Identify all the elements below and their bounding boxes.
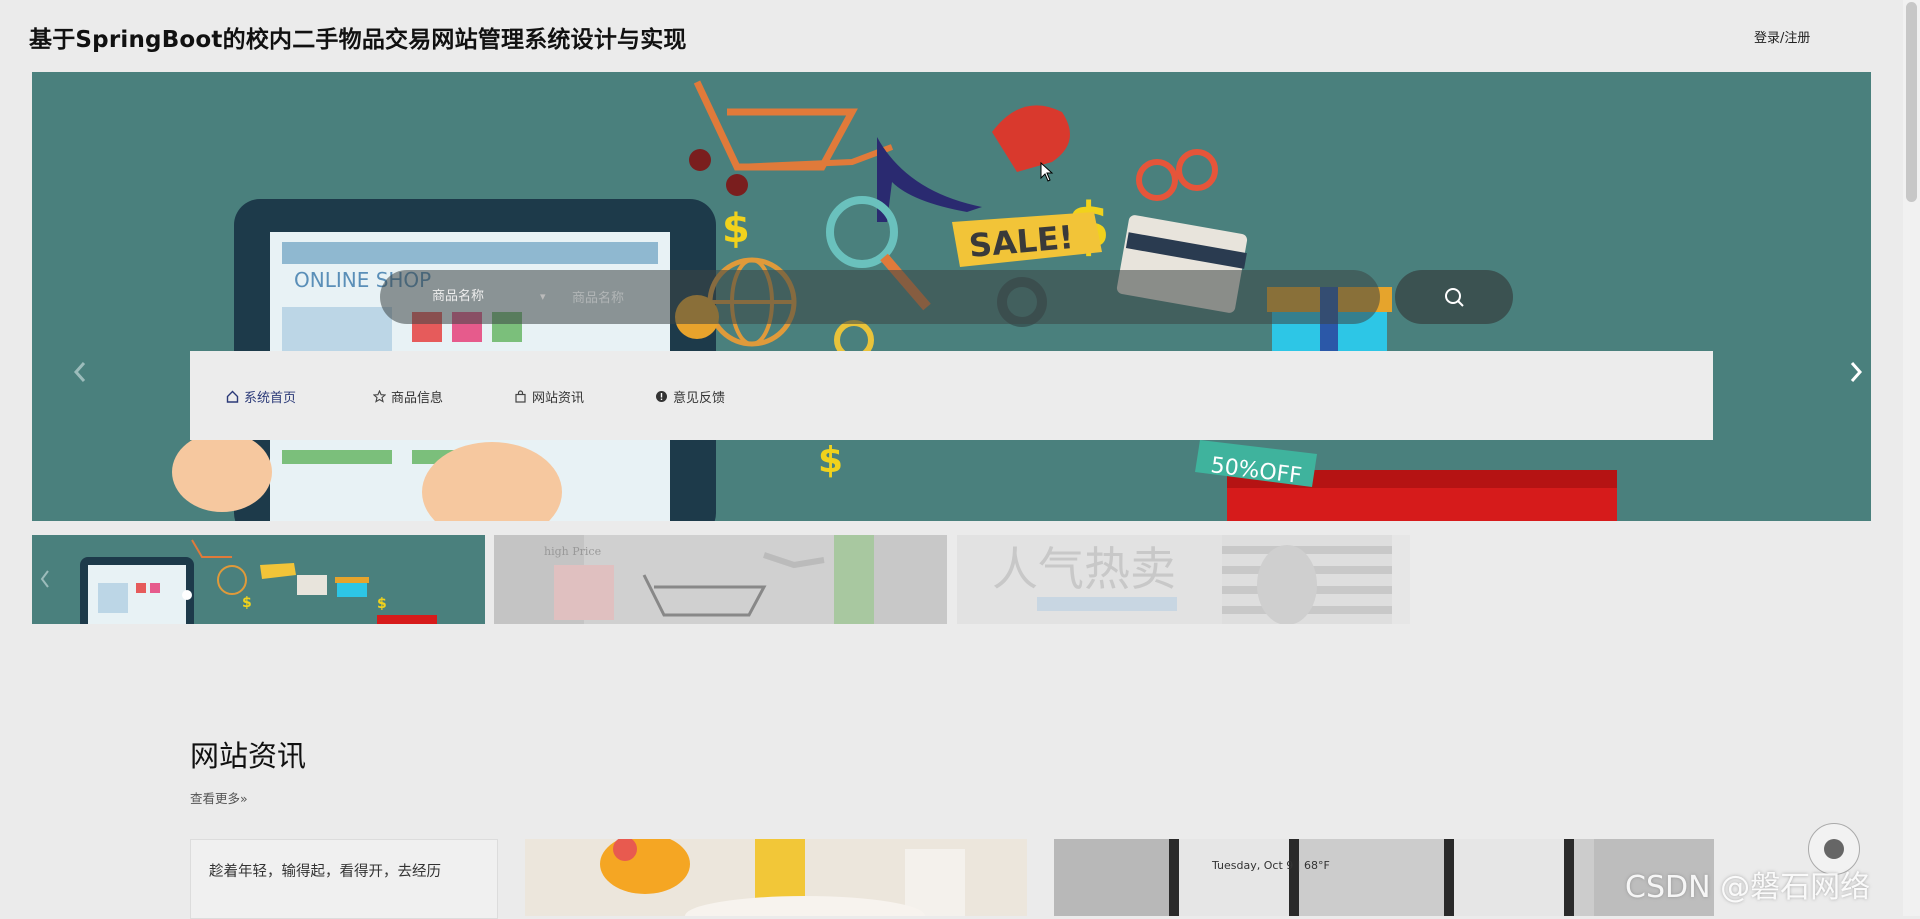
double-chevron-right-icon: » xyxy=(240,791,248,806)
thumbnail-image: high Price xyxy=(494,535,947,624)
watermark-text: CSDN @磐石网络 xyxy=(1625,870,1871,905)
banner-next-button[interactable] xyxy=(1836,344,1871,400)
chevron-left-icon xyxy=(73,362,86,382)
scrollbar-thumb[interactable] xyxy=(1906,2,1917,202)
main-nav: 系统首页 商品信息 网站资讯 意见反馈 xyxy=(190,351,1713,440)
thumbnail-image: $ $ xyxy=(40,539,437,624)
record-icon xyxy=(1824,839,1844,859)
search-bar: 商品名称 ▾ xyxy=(380,270,1380,324)
chevron-right-icon xyxy=(1850,362,1863,382)
view-more-link[interactable]: 查看更多» xyxy=(190,788,248,807)
thumb-dollar-text: $ xyxy=(242,595,252,611)
news-image: Tuesday, Oct 9 | 68°F xyxy=(1054,839,1714,916)
bag-icon xyxy=(515,390,526,403)
banner-thumbnail-1[interactable]: $ $ xyxy=(32,535,485,624)
dollar-text-small: $ xyxy=(818,440,843,481)
search-icon xyxy=(1445,288,1464,307)
high-price-text: high Price xyxy=(544,545,601,558)
news-card-image-3[interactable]: Tuesday, Oct 9 | 68°F xyxy=(1054,839,1714,916)
news-card-featured[interactable]: 趁着年轻，输得起，看得开，去经历 xyxy=(190,839,498,919)
popular-text: 人气热卖 xyxy=(992,542,1176,596)
banner-thumbnail-2[interactable]: high Price xyxy=(494,535,947,624)
view-more-label: 查看更多 xyxy=(190,791,241,806)
phone-screen-text: Tuesday, Oct 9 | 68°F xyxy=(1211,859,1330,872)
search-field-selected: 商品名称 xyxy=(432,289,485,304)
login-register-link[interactable]: 登录/注册 xyxy=(1754,27,1810,46)
thumb-dollar-text-2: $ xyxy=(377,596,387,612)
search-input[interactable] xyxy=(570,282,1334,314)
nav-item-label: 系统首页 xyxy=(244,391,297,406)
banner-thumbnail-3[interactable]: 人气热卖 xyxy=(957,535,1410,624)
dollar-text: $ xyxy=(722,206,750,252)
news-section-title: 网站资讯 xyxy=(190,739,307,773)
news-card-image-2[interactable] xyxy=(525,839,1027,916)
nav-item-news[interactable]: 网站资讯 xyxy=(514,387,584,406)
home-icon xyxy=(226,390,239,403)
nav-item-home[interactable]: 系统首页 xyxy=(226,387,296,406)
search-button[interactable] xyxy=(1395,270,1513,324)
info-icon xyxy=(656,391,667,402)
nav-item-feedback[interactable]: 意见反馈 xyxy=(655,387,725,406)
news-image xyxy=(525,839,1027,916)
nav-item-label: 意见反馈 xyxy=(673,391,726,406)
news-card-text: 趁着年轻，输得起，看得开，去经历 xyxy=(209,864,441,880)
sale-text: SALE! xyxy=(967,218,1075,265)
nav-item-products[interactable]: 商品信息 xyxy=(373,387,443,406)
site-title: 基于SpringBoot的校内二手物品交易网站管理系统设计与实现 xyxy=(29,27,687,53)
chevron-down-icon: ▾ xyxy=(540,290,546,303)
nav-item-label: 商品信息 xyxy=(391,391,444,406)
banner-prev-button[interactable] xyxy=(60,344,100,400)
search-field-select[interactable]: 商品名称 ▾ xyxy=(432,270,562,324)
thumbnail-image: 人气热卖 xyxy=(957,535,1392,624)
star-icon xyxy=(373,390,386,403)
page-scrollbar[interactable] xyxy=(1903,0,1920,916)
mouse-cursor-icon xyxy=(1040,162,1054,182)
nav-item-label: 网站资讯 xyxy=(532,391,585,406)
